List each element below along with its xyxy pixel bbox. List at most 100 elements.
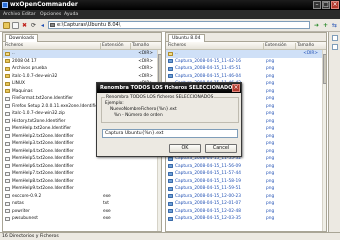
file-name: Captura_2008-04-15_12-01-07	[175, 201, 241, 207]
image-file-icon	[168, 59, 173, 64]
list-item[interactable]: Captura_2008-04-15_11-57-44 png	[166, 170, 326, 178]
list-item[interactable]: Captura_2008-04-15_11-45-51 png	[166, 65, 326, 73]
menu-bar: Archivo Editar Opciones Ayuda	[0, 10, 340, 19]
list-item[interactable]: Captura_2008-04-15_12-02-48 png	[166, 208, 326, 216]
list-item[interactable]: MemHelp8.txt2one.Identifier	[3, 178, 161, 186]
file-name: Captura_2008-04-15_12-00-23	[175, 193, 241, 199]
file-name: Captura_2008-04-15_11-42-16	[175, 58, 241, 64]
list-item[interactable]: .. <DIR>	[3, 50, 161, 58]
drive-select-icon[interactable]: ◂	[39, 22, 46, 29]
new-file-icon[interactable]	[12, 22, 19, 29]
list-item[interactable]: .. <DIR>	[166, 50, 326, 58]
column-separator[interactable]	[263, 43, 264, 49]
file-extension: png	[266, 66, 275, 72]
file-icon	[5, 164, 10, 169]
menu-archivo[interactable]: Archivo	[3, 11, 20, 18]
cancel-button[interactable]: Cancel	[205, 144, 237, 153]
file-extension: png	[266, 58, 275, 64]
file-size: <DIR>	[303, 51, 318, 56]
file-extension: png	[266, 88, 275, 94]
path-field[interactable]: e:\Capturas\Ubuntu 8.04\	[48, 21, 310, 29]
list-item[interactable]: pwsubunest exe	[3, 215, 161, 223]
file-size: <DIR>	[138, 66, 153, 72]
col-ficheros[interactable]: Ficheros	[168, 43, 186, 49]
list-item[interactable]: MemHelp7.txt2one.Identifier	[3, 170, 161, 178]
dialog-title: Renombra TODOS LOS ficheros SELECCIONADO…	[97, 83, 241, 93]
image-file-icon	[168, 171, 173, 176]
menu-ayuda[interactable]: Ayuda	[64, 11, 78, 18]
ok-button[interactable]: OK	[169, 144, 201, 153]
list-item[interactable]: Captura_2008-04-15_12-03-35 png	[166, 215, 326, 223]
file-name: Captura_2008-04-15_11-46-04	[175, 73, 241, 79]
col-tamano[interactable]: Tamaño	[297, 43, 314, 49]
menu-editar[interactable]: Editar	[22, 11, 36, 18]
column-separator[interactable]	[295, 43, 296, 49]
image-file-icon	[168, 194, 173, 199]
folder-icon	[5, 66, 10, 71]
sync-icon[interactable]: ⇆	[331, 22, 338, 29]
file-name: exccore-0.9.2	[12, 193, 42, 199]
open-folder-icon[interactable]	[3, 22, 10, 29]
file-icon	[5, 209, 10, 214]
file-extension: png	[266, 216, 275, 222]
close-button[interactable]: ×	[331, 1, 339, 9]
list-item[interactable]: italc-1.0.7-dev-win32 <DIR>	[3, 73, 161, 81]
image-file-icon	[168, 156, 173, 161]
file-name: Maquinas	[12, 88, 33, 94]
list-item[interactable]: Captura_2008-04-15_11-59-51 png	[166, 185, 326, 193]
list-item[interactable]: MemHelp6.txt2one.Identifier	[3, 163, 161, 171]
file-extension: png	[266, 126, 275, 132]
file-name: MemHelp9.txt2one.Identifier	[12, 186, 74, 192]
add-icon[interactable]: +	[322, 22, 329, 29]
file-icon	[5, 111, 10, 116]
list-item[interactable]: Captura_2008-04-15_12-00-23 png	[166, 193, 326, 201]
right-scroll-thumb[interactable]	[323, 54, 326, 84]
list-item[interactable]: Archivos prueba <DIR>	[3, 65, 161, 73]
col-extension[interactable]: Extensión	[265, 43, 287, 49]
image-file-icon	[168, 186, 173, 191]
side-view-icon[interactable]	[332, 35, 338, 41]
tab-ubuntu[interactable]: Ubuntu 8.04	[168, 34, 205, 42]
rename-pattern-input[interactable]: Captura Ubuntu{%n}.ext	[102, 129, 238, 138]
file-extension: exe	[103, 193, 111, 199]
tab-downloads[interactable]: Downloads	[5, 34, 39, 42]
file-name: MemHelp2.txt2one.Identifier	[12, 133, 74, 139]
file-name: History.txt2one.Identifier	[12, 118, 66, 124]
refresh-icon[interactable]: ⟳	[30, 22, 37, 29]
menu-opciones[interactable]: Opciones	[40, 11, 61, 18]
left-column-header: Ficheros Extensión Tamaño	[3, 42, 161, 50]
list-item[interactable]: Captura_2008-04-15_11-46-04 png	[166, 73, 326, 81]
example-label: Ejemplo:	[105, 101, 124, 106]
drive-icon	[50, 23, 55, 27]
minimize-button[interactable]: –	[313, 1, 321, 9]
col-ficheros[interactable]: Ficheros	[5, 43, 23, 49]
list-item[interactable]: Captura_2008-04-15_12-01-07 png	[166, 200, 326, 208]
file-name: ..	[175, 51, 178, 56]
file-extension: png	[266, 111, 275, 117]
image-file-icon	[168, 66, 173, 71]
go-forward-icon[interactable]: ➜	[313, 22, 320, 29]
file-name: Captura_2008-04-15_12-02-48	[175, 208, 241, 214]
list-item[interactable]: notas txt	[3, 200, 161, 208]
list-item[interactable]: Captura_2008-04-15_11-56-09 png	[166, 163, 326, 171]
list-item[interactable]: pxwriter exe	[3, 208, 161, 216]
col-extension[interactable]: Extensión	[102, 43, 124, 49]
list-item[interactable]: Captura_2008-04-15_11-58-19 png	[166, 178, 326, 186]
left-scroll-thumb[interactable]	[158, 54, 161, 84]
dialog-close-button[interactable]: ×	[232, 84, 240, 92]
col-tamano[interactable]: Tamaño	[132, 43, 149, 49]
file-extension: png	[266, 81, 275, 87]
file-extension: png	[266, 96, 275, 102]
list-item[interactable]: 2008 04 17 <DIR>	[3, 58, 161, 66]
maximize-button[interactable]: □	[322, 1, 330, 9]
list-item[interactable]: MemHelp9.txt2one.Identifier	[3, 185, 161, 193]
column-separator[interactable]	[130, 43, 131, 49]
file-name: Captura_2008-04-15_11-56-09	[175, 163, 241, 169]
side-view-icon[interactable]	[332, 44, 338, 50]
right-scrollbar[interactable]	[322, 50, 326, 231]
list-item[interactable]: exccore-0.9.2 exe	[3, 193, 161, 201]
delete-icon[interactable]: ✖	[21, 22, 28, 29]
image-file-icon	[168, 179, 173, 184]
column-separator[interactable]	[100, 43, 101, 49]
list-item[interactable]: Captura_2008-04-15_11-42-16 png	[166, 58, 326, 66]
